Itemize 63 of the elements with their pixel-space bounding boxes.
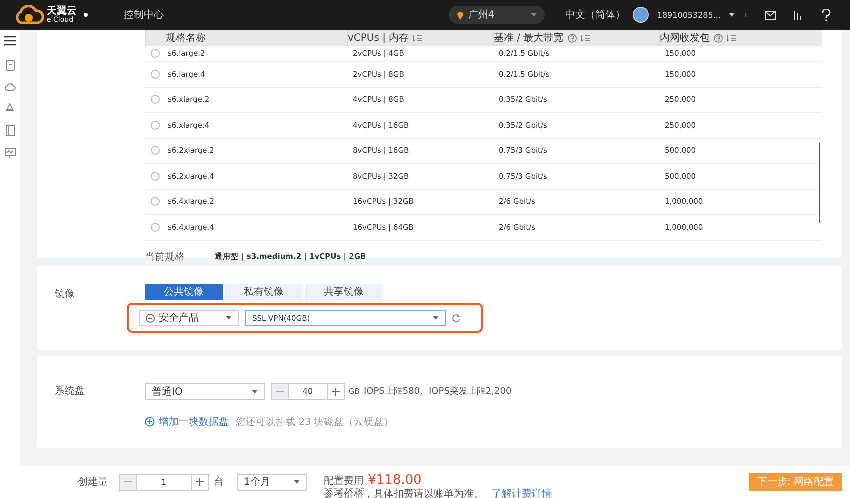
duration-select[interactable]: 1个月 — [237, 474, 307, 490]
image-label: 镜像 — [54, 288, 76, 302]
location-pin-icon — [457, 10, 464, 20]
bell-icon[interactable] — [5, 103, 15, 113]
caret-icon — [531, 13, 538, 17]
user-menu[interactable]: 18910053285... — [657, 10, 721, 20]
price-label: 配置费用 — [324, 474, 364, 488]
caret-icon — [433, 316, 440, 320]
sort-icon[interactable] — [727, 34, 736, 42]
radio-button[interactable] — [151, 146, 160, 156]
plus-icon — [196, 478, 204, 486]
quantity-label: 创建量 — [78, 476, 108, 489]
column-header: 内网收发包 — [660, 32, 710, 45]
column-header: 基准 / 最大带宽 — [494, 32, 564, 45]
caret-icon[interactable] — [729, 13, 746, 17]
decrement-button[interactable] — [120, 474, 136, 490]
caret-icon — [294, 480, 300, 484]
current-spec-label: 当前规格 — [145, 250, 185, 264]
console-link[interactable]: 控制中心 — [124, 8, 164, 22]
avatar-icon — [633, 7, 650, 23]
sort-icon[interactable] — [580, 34, 590, 42]
radio-button[interactable] — [151, 120, 160, 130]
dot-icon — [84, 13, 88, 17]
image-tab[interactable]: 共享镜像 — [305, 284, 383, 300]
menu-icon[interactable] — [4, 36, 16, 46]
category-select[interactable]: 安全产品 — [139, 310, 240, 326]
price-value: ¥118.00 — [368, 472, 422, 488]
image-tab[interactable]: 公共镜像 — [145, 284, 223, 300]
mail-icon[interactable] — [765, 10, 776, 20]
disk-quota-note: 您还可以挂载 23 块磁盘（云硬盘） — [236, 416, 394, 428]
cloud-logo-icon — [14, 5, 44, 25]
refresh-icon[interactable] — [452, 314, 461, 322]
logo-text: 天翼云 — [47, 6, 77, 16]
iops-info: IOPS上限580、IOPS突发上限2,200 — [364, 386, 512, 398]
region-select[interactable]: 广州4 — [449, 6, 546, 24]
column-header: 规格名称 — [166, 32, 206, 45]
document-icon[interactable] — [6, 60, 14, 71]
radio-button[interactable] — [151, 197, 160, 206]
plus-icon — [332, 388, 340, 396]
monitor-icon[interactable] — [4, 148, 16, 158]
radio-button[interactable] — [151, 172, 160, 181]
billing-details-link[interactable]: 了解计费详情 — [492, 488, 552, 498]
bar-chart-icon[interactable] — [794, 10, 804, 20]
add-data-disk-link[interactable]: 增加一块数据盘 — [159, 415, 229, 429]
add-circle-icon[interactable] — [145, 417, 155, 427]
disk-type-select[interactable]: 普通IO — [145, 383, 265, 400]
price-note: 参考价格，具体扣费请以账单为准。 — [324, 488, 484, 498]
radio-button[interactable] — [151, 70, 160, 79]
system-disk-label: 系统盘 — [54, 384, 86, 399]
column-header: vCPUs | 内存 — [348, 32, 410, 45]
language-link[interactable]: 中文（简体） — [565, 8, 626, 22]
radio-button[interactable] — [151, 222, 160, 232]
help-icon[interactable] — [822, 8, 831, 22]
radio-button[interactable] — [151, 49, 160, 58]
quantity-unit: 台 — [214, 476, 224, 489]
radio-button[interactable] — [151, 95, 160, 104]
cloud-icon[interactable] — [4, 83, 16, 91]
image-tab[interactable]: 私有镜像 — [225, 284, 303, 300]
sort-icon[interactable] — [413, 34, 422, 42]
scrollbar[interactable] — [818, 143, 820, 223]
caret-icon — [226, 316, 232, 320]
decrement-button[interactable] — [272, 384, 288, 399]
caret-icon — [252, 390, 258, 394]
